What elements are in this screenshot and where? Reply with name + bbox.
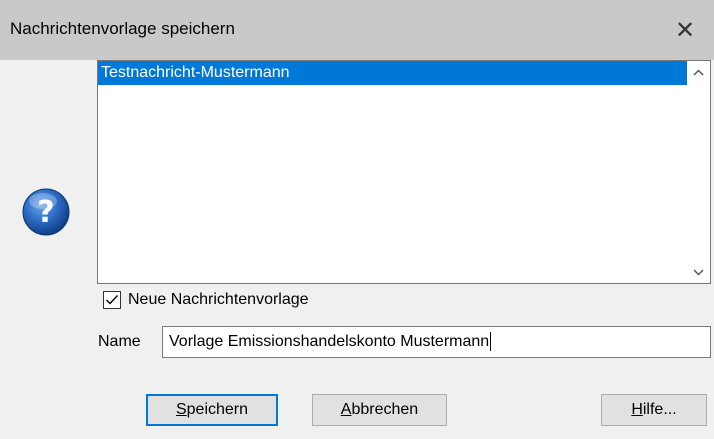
list-item-selected[interactable]: Testnachricht-Mustermann <box>98 61 688 85</box>
cancel-label: bbrechen <box>351 401 419 418</box>
text-caret <box>490 332 492 352</box>
help-access-key: H <box>631 401 643 418</box>
close-icon: ✕ <box>674 16 696 44</box>
vertical-scrollbar[interactable] <box>687 61 710 283</box>
name-label: Name <box>98 333 141 350</box>
title-bar: Nachrichtenvorlage speichern ✕ <box>0 0 714 60</box>
new-template-option[interactable]: Neue Nachrichtenvorlage <box>103 290 309 310</box>
new-template-checkbox[interactable] <box>103 291 121 309</box>
window-title: Nachrichtenvorlage speichern <box>10 19 235 38</box>
svg-text:?: ? <box>37 195 54 230</box>
scroll-down-icon <box>693 268 704 276</box>
save-access-key: S <box>175 401 187 418</box>
name-input-value: Vorlage Emissionshandelskonto Mustermann <box>169 333 490 350</box>
save-label: peichern <box>186 401 249 418</box>
scroll-down-button[interactable] <box>687 261 710 283</box>
name-input[interactable]: Vorlage Emissionshandelskonto Mustermann <box>162 326 711 358</box>
help-label: ilfe... <box>642 401 677 418</box>
cancel-button[interactable]: Abbrechen <box>312 394 447 426</box>
scroll-up-button[interactable] <box>687 61 710 83</box>
checkmark-icon <box>106 295 119 305</box>
save-button[interactable]: Speichern <box>146 394 278 426</box>
scroll-up-icon <box>693 68 704 76</box>
template-list[interactable]: Testnachricht-Mustermann <box>97 60 711 284</box>
cancel-access-key: A <box>340 401 352 418</box>
new-template-label: Neue Nachrichtenvorlage <box>128 291 309 308</box>
help-icon: ? <box>22 188 70 236</box>
help-button[interactable]: Hilfe... <box>601 394 707 426</box>
close-button[interactable]: ✕ <box>656 0 714 60</box>
